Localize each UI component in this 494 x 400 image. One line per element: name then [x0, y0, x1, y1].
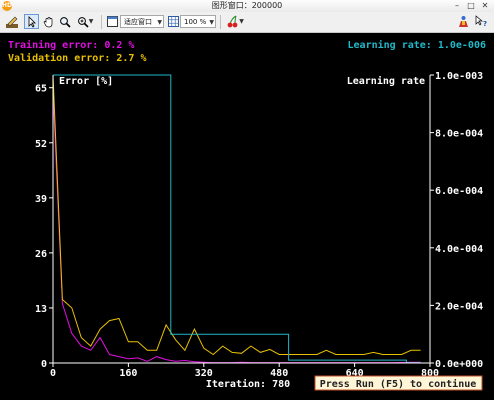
left-tick-label: 65 [35, 84, 47, 95]
minimize-icon[interactable]: – [452, 1, 462, 11]
magnifier-button[interactable] [58, 14, 72, 29]
right-tick-label: 6.0e-004 [435, 186, 483, 197]
toolbar-divider [101, 15, 102, 29]
edit-draw-button[interactable] [4, 14, 19, 29]
pointer-icon [28, 15, 36, 28]
training-progress-chart: Training error: 0.2 % Validation error: … [8, 39, 486, 391]
chevron-down-icon: ▼ [88, 18, 94, 25]
magnifier-icon [60, 16, 71, 28]
person-icon [458, 16, 468, 27]
zoom-percent-value: 100 % [184, 18, 207, 26]
press-run-label: Press Run (F5) to continue [320, 378, 477, 390]
right-tick-label: 4.0e-004 [435, 244, 483, 255]
zoom-percent-select[interactable]: 100 % ▼ [180, 15, 216, 28]
graphics-canvas[interactable]: Training error: 0.2 % Validation error: … [0, 33, 494, 400]
help-cursor-icon: ? [475, 15, 487, 28]
x-tick-label: 160 [119, 368, 137, 379]
cherries-icon [227, 15, 238, 28]
window-title: 图形窗口：200000 [211, 1, 283, 10]
right-tick-label: 2.0e-004 [435, 301, 483, 312]
zoom-fit-value: 适应窗口 [124, 18, 152, 26]
toolbar-divider [220, 15, 221, 29]
left-axis-title: Error [%] [59, 76, 113, 87]
help-button[interactable]: ? [474, 14, 488, 29]
chevron-down-icon: ▼ [157, 19, 162, 26]
color-tool-dropdown[interactable]: ▼ [224, 14, 246, 29]
select-pointer-button[interactable] [24, 14, 39, 29]
zoom-fit-select[interactable]: 适应窗口 ▼ [120, 15, 164, 28]
left-tick-label: 0 [41, 359, 47, 370]
x-tick-label: 480 [270, 368, 288, 379]
zoom-percent-button[interactable] [167, 14, 179, 29]
learning-rate-label: Learning rate: 1.0e-006 [348, 39, 486, 51]
right-tick-label: 1.0e-003 [435, 71, 483, 82]
window-icon [106, 16, 118, 27]
svg-text:?: ? [483, 20, 487, 28]
left-tick-label: 26 [35, 249, 47, 260]
close-icon[interactable]: ✕ [480, 1, 490, 11]
left-tick-label: 13 [35, 304, 47, 315]
maximize-icon[interactable]: □ [466, 1, 476, 11]
pencil-icon [5, 16, 18, 28]
pan-hand-button[interactable] [42, 14, 56, 29]
right-tick-label: 0.0e+000 [435, 359, 483, 370]
left-tick-label: 52 [35, 139, 47, 150]
training-error-label: Training error: 0.2 % [8, 39, 134, 51]
zoom-icon [77, 16, 89, 28]
chevron-down-icon: ▼ [239, 18, 244, 25]
left-tick-label: 39 [35, 194, 47, 205]
zoom-tool-dropdown[interactable]: ▼ [74, 14, 96, 29]
chevron-down-icon: ▼ [209, 19, 214, 26]
series-line-learning-rate [53, 74, 421, 364]
fit-window-button[interactable] [106, 14, 118, 29]
x-tick-label: 320 [195, 368, 213, 379]
iteration-label: Iteration: 780 [206, 378, 290, 390]
right-tick-label: 8.0e-004 [435, 129, 483, 140]
validation-error-label: Validation error: 2.7 % [8, 52, 146, 64]
figure-person-button[interactable] [456, 14, 470, 29]
tick-layer: 0 13 26 39 52 65 0.0e+000 2.0e-004 4.0e-004 6.0e-… [35, 71, 483, 379]
right-axis-title: Learning rate [347, 75, 425, 87]
hand-icon [43, 16, 53, 27]
series-line-validation-error [52, 74, 421, 356]
series-layer [52, 74, 421, 364]
toolbar: ▼ 适应窗口 ▼ 100 % ▼ ▼ ? [0, 12, 494, 33]
x-tick-label: 0 [50, 368, 56, 379]
grid-icon [167, 16, 179, 27]
